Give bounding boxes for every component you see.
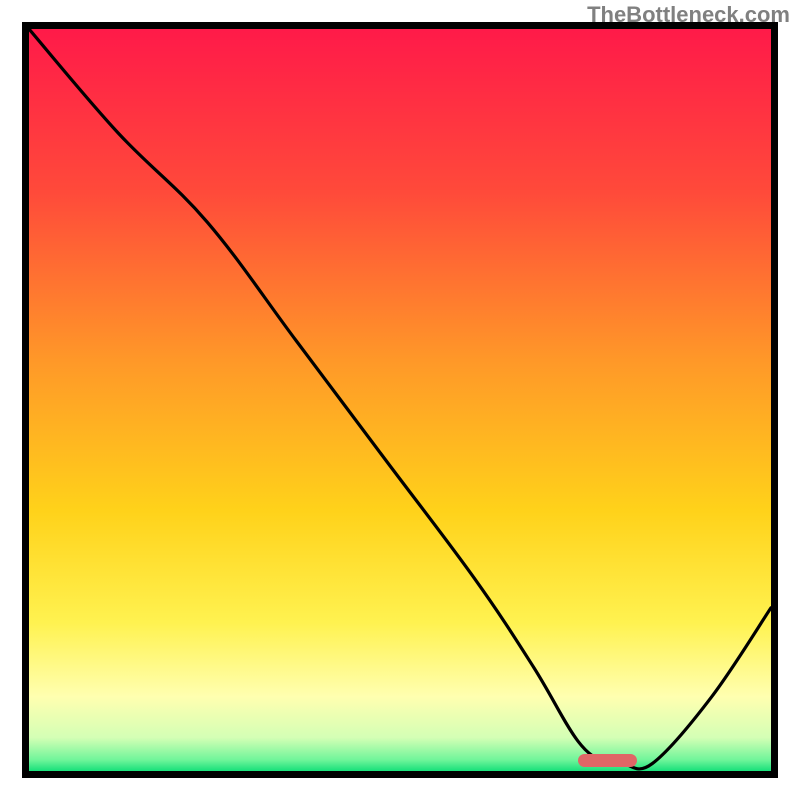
watermark-text: TheBottleneck.com [587, 2, 790, 28]
chart-frame [22, 22, 778, 778]
bottleneck-curve [29, 29, 771, 769]
optimal-range-marker [578, 754, 637, 767]
chart-curve-layer [29, 29, 771, 771]
